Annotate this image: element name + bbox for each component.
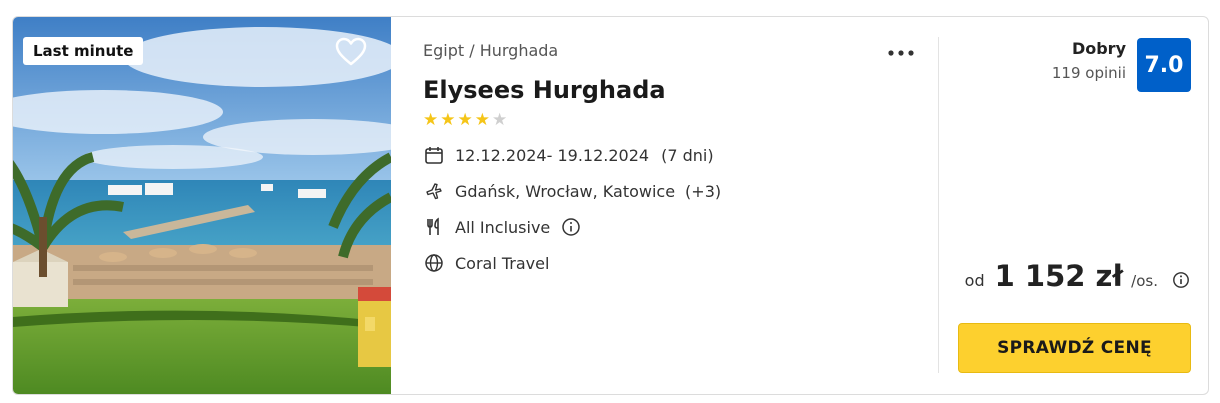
- dates-row: 12.12.2024- 19.12.2024 (7 dni): [423, 144, 933, 166]
- location-breadcrumb[interactable]: Egipt / Hurghada: [423, 41, 933, 60]
- offer-card[interactable]: Last minute Egipt / Hurghada Elysees Hur…: [12, 16, 1209, 395]
- plane-icon: [423, 180, 445, 202]
- star-icon: ★: [440, 110, 456, 130]
- duration-text: (7 dni): [661, 145, 714, 165]
- hotel-stars: ★ ★ ★ ★ ★: [423, 110, 933, 130]
- board-text: All Inclusive: [455, 217, 551, 237]
- rating-label: Dobry: [1071, 39, 1126, 58]
- hotel-name[interactable]: Elysees Hurghada: [423, 76, 933, 104]
- rating-score-badge: 7.0: [1137, 38, 1191, 92]
- price-per-person: /os.: [1131, 272, 1158, 290]
- hotel-photo-image: [13, 17, 391, 394]
- favorite-heart-icon[interactable]: [334, 35, 368, 69]
- star-empty-icon: ★: [492, 110, 508, 130]
- price-info-icon[interactable]: [1172, 271, 1190, 289]
- hotel-photo[interactable]: Last minute: [13, 17, 391, 394]
- operator-text: Coral Travel: [455, 253, 550, 273]
- departures-text: Gdańsk, Wrocław, Katowice: [455, 181, 676, 201]
- price: od 1 152 zł /os.: [965, 259, 1190, 293]
- star-icon: ★: [474, 110, 490, 130]
- vertical-divider: [938, 37, 939, 373]
- star-icon: ★: [457, 110, 473, 130]
- info-icon[interactable]: [560, 216, 582, 238]
- rating-reviews[interactable]: 119 opinii: [1052, 64, 1126, 82]
- cutlery-icon: [423, 216, 445, 238]
- check-price-button[interactable]: SPRAWDŹ CENĘ: [958, 323, 1191, 373]
- departures-row: Gdańsk, Wrocław, Katowice (+3): [423, 180, 933, 202]
- star-icon: ★: [423, 110, 439, 130]
- globe-icon: [423, 252, 445, 274]
- dates-text: 12.12.2024- 19.12.2024: [455, 145, 650, 165]
- last-minute-badge: Last minute: [23, 37, 144, 65]
- departures-more[interactable]: (+3): [685, 182, 721, 201]
- more-dots-icon[interactable]: [883, 43, 919, 63]
- board-row: All Inclusive: [423, 216, 933, 238]
- rating-summary: Dobry 119 opinii: [1052, 39, 1126, 82]
- price-amount: 1 152 zł: [994, 259, 1124, 293]
- calendar-icon: [423, 144, 445, 166]
- offer-info: Egipt / Hurghada Elysees Hurghada ★ ★ ★ ★ ★ …: [423, 41, 933, 371]
- operator-row: Coral Travel: [423, 252, 933, 274]
- price-from-label: od: [964, 271, 985, 290]
